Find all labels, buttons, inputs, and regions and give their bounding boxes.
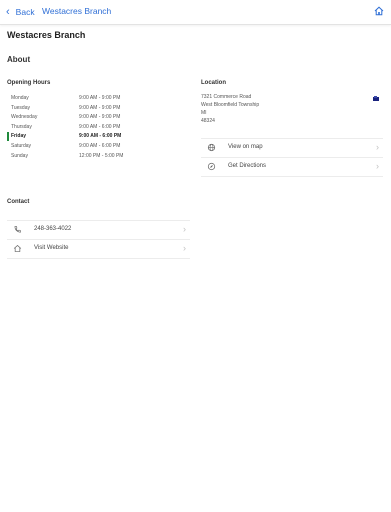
time-label: 12:00 PM - 5:00 PM <box>79 152 124 159</box>
hours-row-monday: Monday 9:00 AM - 9:00 PM <box>7 94 192 104</box>
chevron-left-icon: ‹ <box>6 5 10 18</box>
back-label: Back <box>15 7 35 17</box>
day-label: Wednesday <box>11 114 38 121</box>
page-title: Westacres Branch <box>7 30 86 40</box>
contact-list: 248-363-4022 › Visit Website › <box>7 220 190 259</box>
phone-number-label: 248-363-4022 <box>34 226 72 232</box>
home-icon <box>13 244 22 252</box>
location-marker-icon <box>373 96 379 101</box>
nav-title: Westacres Branch <box>42 6 112 16</box>
view-on-map-button[interactable]: View on map › <box>201 138 383 157</box>
time-label: 9:00 AM - 6:00 PM <box>79 123 121 130</box>
globe-icon <box>207 143 216 152</box>
phone-button[interactable]: 248-363-4022 › <box>7 220 190 239</box>
day-label: Thursday <box>11 123 32 130</box>
chevron-right-icon: › <box>183 224 186 234</box>
opening-hours-table: Monday 9:00 AM - 9:00 PM Tuesday 9:00 AM… <box>7 94 192 161</box>
hours-row-wednesday: Wednesday 9:00 AM - 9:00 PM <box>7 113 192 123</box>
time-label: 9:00 AM - 9:00 PM <box>79 104 121 111</box>
chevron-right-icon: › <box>376 161 379 171</box>
location-actions-list: View on map › Get Directions › <box>201 138 383 177</box>
time-label: 9:00 AM - 6:00 PM <box>79 133 122 140</box>
visit-website-label: Visit Website <box>34 245 69 251</box>
phone-icon <box>14 226 21 233</box>
hours-row-thursday: Thursday 9:00 AM - 6:00 PM <box>7 123 192 133</box>
chevron-right-icon: › <box>183 243 186 253</box>
get-directions-label: Get Directions <box>228 163 267 169</box>
hours-row-sunday: Sunday 12:00 PM - 5:00 PM <box>7 152 192 162</box>
time-label: 9:00 AM - 9:00 PM <box>79 114 121 121</box>
time-label: 9:00 AM - 6:00 PM <box>79 142 121 149</box>
compass-icon <box>207 162 216 171</box>
day-label: Saturday <box>11 142 32 149</box>
hours-row-friday-today: Friday 9:00 AM - 6:00 PM <box>7 132 192 142</box>
day-label: Sunday <box>11 152 28 159</box>
navigation-bar: ‹ Back Westacres Branch <box>0 0 391 25</box>
address-line-3: MI <box>201 109 207 116</box>
hours-row-saturday: Saturday 9:00 AM - 6:00 PM <box>7 142 192 152</box>
address-line-1: 7321 Commerce Road <box>201 94 252 100</box>
about-heading: About <box>7 55 31 64</box>
home-icon[interactable] <box>374 6 384 16</box>
day-label: Friday <box>11 133 27 140</box>
back-button[interactable]: ‹ Back <box>6 4 35 20</box>
hours-row-tuesday: Tuesday 9:00 AM - 9:00 PM <box>7 104 192 114</box>
get-directions-button[interactable]: Get Directions › <box>201 157 383 177</box>
day-label: Tuesday <box>11 104 30 111</box>
contact-heading: Contact <box>7 199 30 205</box>
day-label: Monday <box>11 95 29 101</box>
address-line-4: 48324 <box>201 117 215 124</box>
location-heading: Location <box>201 80 226 86</box>
time-label: 9:00 AM - 9:00 PM <box>79 95 121 101</box>
opening-hours-heading: Opening Hours <box>7 80 51 86</box>
visit-website-button[interactable]: Visit Website › <box>7 239 190 259</box>
address-block: 7321 Commerce Road West Bloomfield Towns… <box>201 94 259 126</box>
view-on-map-label: View on map <box>228 144 263 150</box>
address-line-2: West Bloomfield Township <box>201 101 260 108</box>
chevron-right-icon: › <box>376 142 379 152</box>
